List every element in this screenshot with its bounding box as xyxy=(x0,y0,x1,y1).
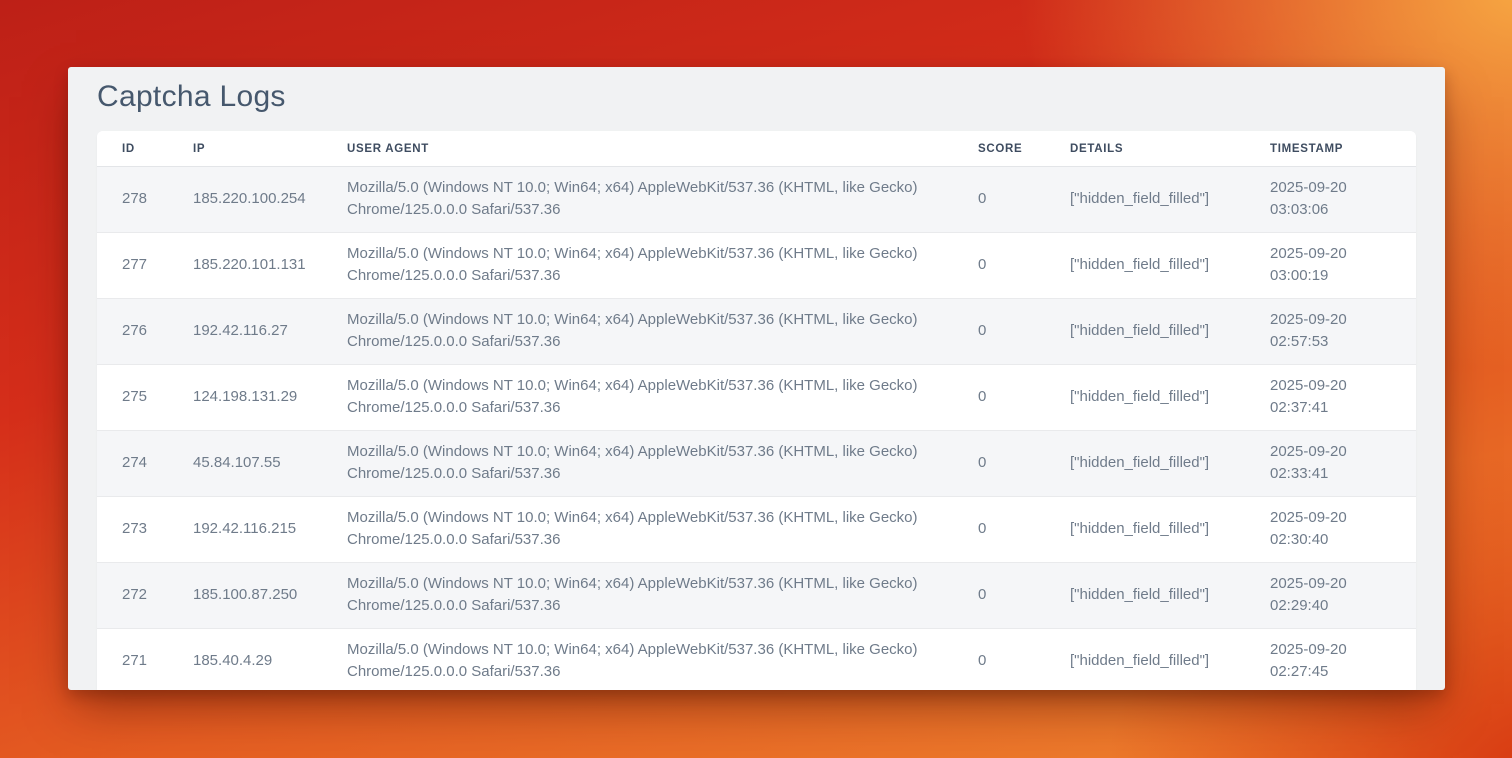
cell-score: 0 xyxy=(953,233,1045,299)
cell-details: ["hidden_field_filled"] xyxy=(1045,563,1245,629)
cell-score: 0 xyxy=(953,431,1045,497)
cell-timestamp: 2025-09-20 02:33:41 xyxy=(1245,431,1416,497)
table-body: 278185.220.100.254Mozilla/5.0 (Windows N… xyxy=(97,167,1416,691)
cell-ip: 185.220.100.254 xyxy=(168,167,322,233)
cell-user-agent: Mozilla/5.0 (Windows NT 10.0; Win64; x64… xyxy=(322,233,953,299)
cell-score: 0 xyxy=(953,497,1045,563)
cell-timestamp: 2025-09-20 03:03:06 xyxy=(1245,167,1416,233)
cell-timestamp: 2025-09-20 02:27:45 xyxy=(1245,629,1416,691)
cell-score: 0 xyxy=(953,365,1045,431)
cell-user-agent: Mozilla/5.0 (Windows NT 10.0; Win64; x64… xyxy=(322,167,953,233)
cell-id: 273 xyxy=(97,497,168,563)
cell-ip: 192.42.116.215 xyxy=(168,497,322,563)
column-header-ip: IP xyxy=(168,131,322,167)
cell-id: 276 xyxy=(97,299,168,365)
cell-score: 0 xyxy=(953,167,1045,233)
column-header-user-agent: USER AGENT xyxy=(322,131,953,167)
cell-timestamp: 2025-09-20 02:30:40 xyxy=(1245,497,1416,563)
cell-details: ["hidden_field_filled"] xyxy=(1045,365,1245,431)
table-row: 278185.220.100.254Mozilla/5.0 (Windows N… xyxy=(97,167,1416,233)
cell-details: ["hidden_field_filled"] xyxy=(1045,629,1245,691)
table-row: 276192.42.116.27Mozilla/5.0 (Windows NT … xyxy=(97,299,1416,365)
cell-user-agent: Mozilla/5.0 (Windows NT 10.0; Win64; x64… xyxy=(322,497,953,563)
cell-id: 277 xyxy=(97,233,168,299)
table-row: 27445.84.107.55Mozilla/5.0 (Windows NT 1… xyxy=(97,431,1416,497)
cell-details: ["hidden_field_filled"] xyxy=(1045,299,1245,365)
table-row: 271185.40.4.29Mozilla/5.0 (Windows NT 10… xyxy=(97,629,1416,691)
table-row: 277185.220.101.131Mozilla/5.0 (Windows N… xyxy=(97,233,1416,299)
table-header-row: ID IP USER AGENT SCORE DETAILS TIMESTAMP xyxy=(97,131,1416,167)
cell-user-agent: Mozilla/5.0 (Windows NT 10.0; Win64; x64… xyxy=(322,563,953,629)
table-row: 272185.100.87.250Mozilla/5.0 (Windows NT… xyxy=(97,563,1416,629)
cell-ip: 124.198.131.29 xyxy=(168,365,322,431)
captcha-logs-table: ID IP USER AGENT SCORE DETAILS TIMESTAMP… xyxy=(97,131,1416,690)
column-header-id: ID xyxy=(97,131,168,167)
cell-timestamp: 2025-09-20 03:00:19 xyxy=(1245,233,1416,299)
table-row: 275124.198.131.29Mozilla/5.0 (Windows NT… xyxy=(97,365,1416,431)
cell-details: ["hidden_field_filled"] xyxy=(1045,497,1245,563)
cell-ip: 192.42.116.27 xyxy=(168,299,322,365)
cell-details: ["hidden_field_filled"] xyxy=(1045,431,1245,497)
cell-timestamp: 2025-09-20 02:37:41 xyxy=(1245,365,1416,431)
logs-table: ID IP USER AGENT SCORE DETAILS TIMESTAMP… xyxy=(97,131,1416,690)
cell-ip: 185.100.87.250 xyxy=(168,563,322,629)
table-row: 273192.42.116.215Mozilla/5.0 (Windows NT… xyxy=(97,497,1416,563)
cell-timestamp: 2025-09-20 02:57:53 xyxy=(1245,299,1416,365)
cell-id: 278 xyxy=(97,167,168,233)
cell-id: 272 xyxy=(97,563,168,629)
cell-timestamp: 2025-09-20 02:29:40 xyxy=(1245,563,1416,629)
cell-ip: 185.40.4.29 xyxy=(168,629,322,691)
cell-details: ["hidden_field_filled"] xyxy=(1045,167,1245,233)
cell-score: 0 xyxy=(953,563,1045,629)
table-header: ID IP USER AGENT SCORE DETAILS TIMESTAMP xyxy=(97,131,1416,167)
cell-ip: 45.84.107.55 xyxy=(168,431,322,497)
cell-user-agent: Mozilla/5.0 (Windows NT 10.0; Win64; x64… xyxy=(322,629,953,691)
cell-user-agent: Mozilla/5.0 (Windows NT 10.0; Win64; x64… xyxy=(322,431,953,497)
cell-details: ["hidden_field_filled"] xyxy=(1045,233,1245,299)
cell-user-agent: Mozilla/5.0 (Windows NT 10.0; Win64; x64… xyxy=(322,365,953,431)
cell-id: 274 xyxy=(97,431,168,497)
page-title: Captcha Logs xyxy=(97,79,1416,115)
column-header-score: SCORE xyxy=(953,131,1045,167)
cell-score: 0 xyxy=(953,629,1045,691)
column-header-details: DETAILS xyxy=(1045,131,1245,167)
column-header-timestamp: TIMESTAMP xyxy=(1245,131,1416,167)
cell-id: 275 xyxy=(97,365,168,431)
cell-id: 271 xyxy=(97,629,168,691)
page-background: { "page": { "title": "Captcha Logs" }, "… xyxy=(0,0,1512,758)
cell-ip: 185.220.101.131 xyxy=(168,233,322,299)
cell-score: 0 xyxy=(953,299,1045,365)
captcha-logs-card: Captcha Logs ID IP USER AGENT SCORE DETA… xyxy=(68,67,1445,690)
cell-user-agent: Mozilla/5.0 (Windows NT 10.0; Win64; x64… xyxy=(322,299,953,365)
